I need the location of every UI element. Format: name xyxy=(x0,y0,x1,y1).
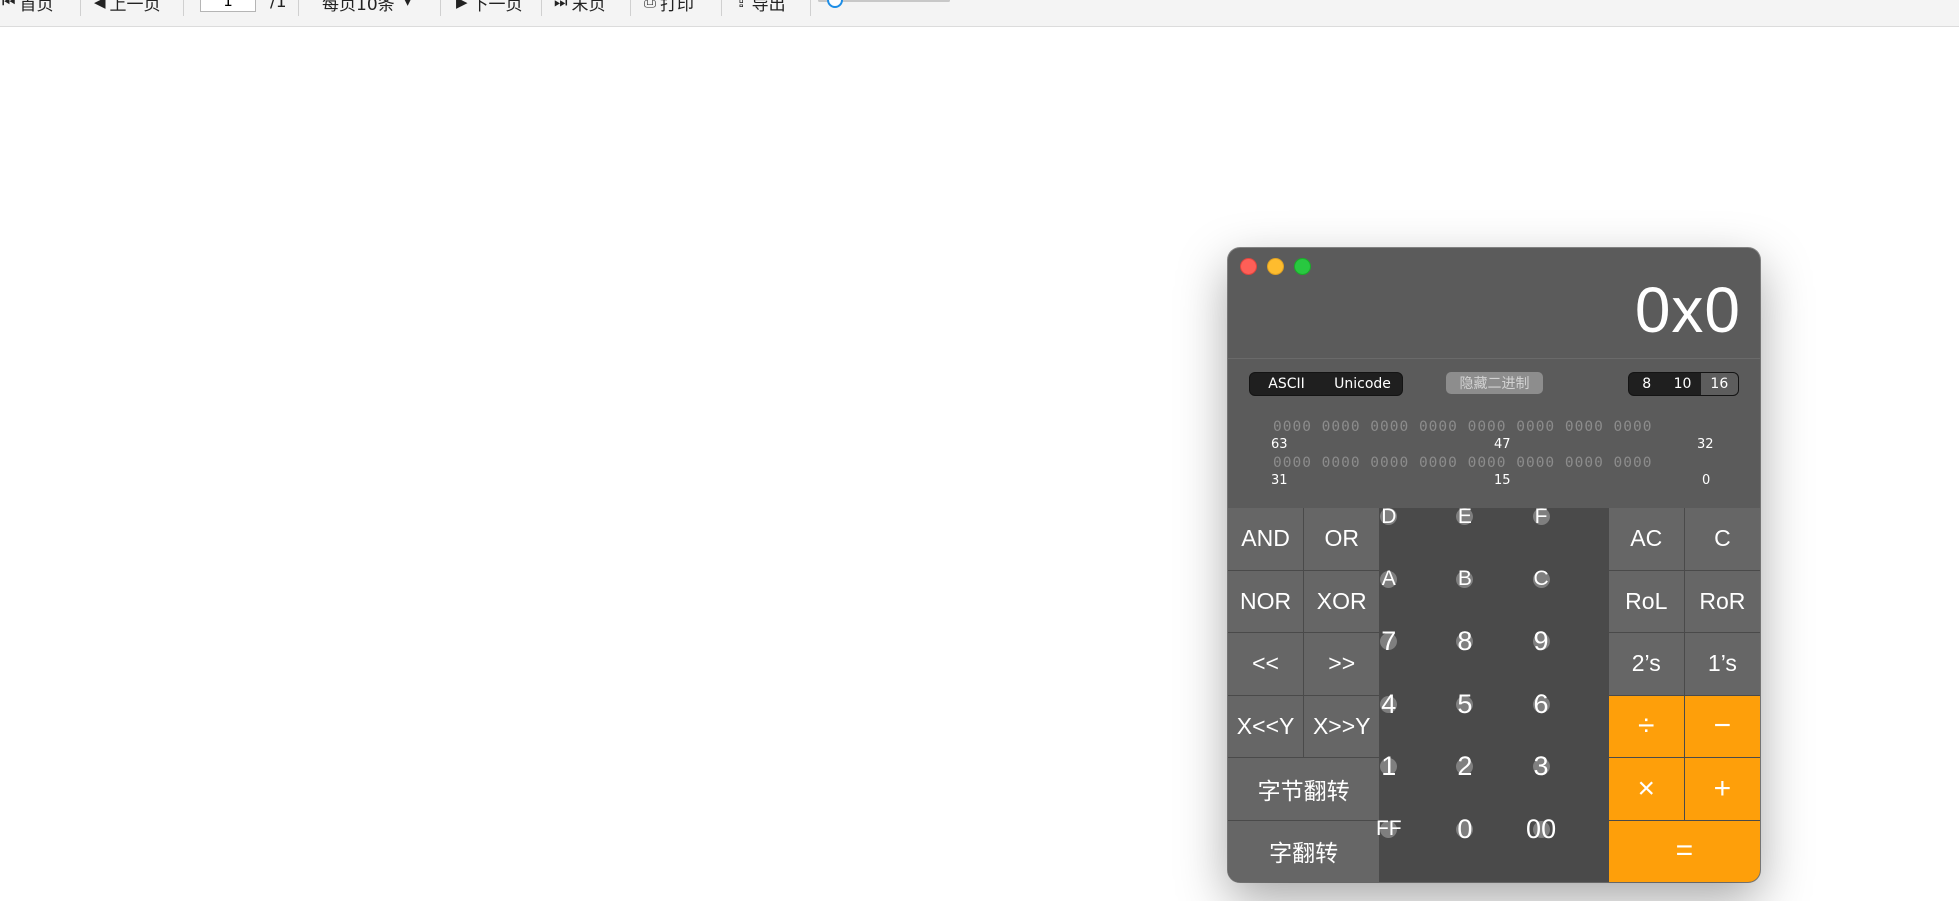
twos-complement-key[interactable]: 2’s xyxy=(1608,633,1684,695)
bit-label: 47 xyxy=(1494,437,1511,452)
hex-f-key[interactable]: F xyxy=(1532,505,1550,528)
first-page-button[interactable]: ⏮ 首页 xyxy=(2,0,54,15)
first-page-icon: ⏮ xyxy=(2,0,16,11)
print-button[interactable]: ⎙ 打印 xyxy=(644,0,695,15)
xor-key[interactable]: XOR xyxy=(1304,570,1380,632)
bit-label: 63 xyxy=(1271,437,1288,452)
first-page-label: 首页 xyxy=(19,0,54,15)
toolbar-divider xyxy=(721,0,722,16)
digit-4-key[interactable]: 4 xyxy=(1380,689,1398,719)
digit-2-key[interactable]: 2 xyxy=(1456,751,1474,781)
bit-label: 32 xyxy=(1697,437,1714,452)
toolbar-divider xyxy=(810,0,811,16)
calculator-display: 0x0 xyxy=(1634,274,1741,346)
prev-page-button[interactable]: ◀ 上一页 xyxy=(94,0,161,15)
hex-a-key[interactable]: A xyxy=(1380,567,1398,590)
prev-page-icon: ◀ xyxy=(94,0,106,11)
shift-left-key[interactable]: << xyxy=(1228,633,1304,695)
export-button[interactable]: ⇪ 导出 xyxy=(735,0,786,15)
equals-key[interactable]: = xyxy=(1608,820,1760,882)
toolbar-divider xyxy=(298,0,299,16)
digit-6-key[interactable]: 6 xyxy=(1532,689,1550,719)
base-8-tab[interactable]: 8 xyxy=(1629,373,1664,395)
word-flip-key[interactable]: 字翻转 xyxy=(1228,820,1380,882)
digit-3-key[interactable]: 3 xyxy=(1532,751,1550,781)
page-number-input[interactable] xyxy=(200,0,256,12)
report-toolbar: ⏮ 首页 ◀ 上一页 /1 每页10条 ▾ ▶ 下一页 ⏭ 末页 ⎙ 打印 ⇪ … xyxy=(0,0,1959,27)
nor-key[interactable]: NOR xyxy=(1228,570,1304,632)
toolbar-divider xyxy=(80,0,81,16)
digit-1-key[interactable]: 1 xyxy=(1380,751,1398,781)
rotate-left-key[interactable]: RoL xyxy=(1608,570,1684,632)
next-page-button[interactable]: ▶ 下一页 xyxy=(456,0,523,15)
prev-page-label: 上一页 xyxy=(109,0,161,15)
all-clear-key[interactable]: AC xyxy=(1608,508,1684,570)
window-controls xyxy=(1240,258,1311,275)
bit-label: 15 xyxy=(1494,473,1511,488)
digit-0-key[interactable]: 0 xyxy=(1456,814,1474,844)
digit-8-key[interactable]: 8 xyxy=(1456,626,1474,656)
base-10-tab[interactable]: 10 xyxy=(1664,373,1700,395)
next-page-label: 下一页 xyxy=(471,0,523,15)
export-label: 导出 xyxy=(751,0,786,15)
zoom-window-button[interactable] xyxy=(1294,258,1311,275)
binary-bits-high[interactable]: 0000 0000 0000 0000 0000 0000 0000 0000 xyxy=(1273,419,1652,435)
binary-bits-low[interactable]: 0000 0000 0000 0000 0000 0000 0000 0000 xyxy=(1273,455,1652,471)
digit-9-key[interactable]: 9 xyxy=(1532,626,1550,656)
byte-flip-key[interactable]: 字节翻转 xyxy=(1228,758,1380,820)
ones-complement-key[interactable]: 1’s xyxy=(1684,633,1760,695)
base-16-tab[interactable]: 16 xyxy=(1700,373,1738,395)
per-page-select[interactable]: 每页10条 ▾ xyxy=(322,0,415,15)
digit-5-key[interactable]: 5 xyxy=(1456,689,1474,719)
unicode-tab[interactable]: Unicode xyxy=(1323,373,1402,395)
hex-c-key[interactable]: C xyxy=(1532,567,1550,590)
divide-key[interactable]: ÷ xyxy=(1608,695,1684,757)
last-page-button[interactable]: ⏭ 末页 xyxy=(554,0,606,15)
bit-label: 0 xyxy=(1702,473,1711,488)
toolbar-divider xyxy=(440,0,441,16)
minimize-window-button[interactable] xyxy=(1267,258,1284,275)
per-page-label: 每页10条 xyxy=(322,0,395,15)
toolbar-divider xyxy=(630,0,631,16)
printer-icon: ⎙ xyxy=(644,0,657,11)
and-key[interactable]: AND xyxy=(1228,508,1304,570)
close-window-button[interactable] xyxy=(1240,258,1257,275)
base-toggle: 8 10 16 xyxy=(1628,372,1739,396)
digit-7-key[interactable]: 7 xyxy=(1380,626,1398,656)
x-shift-left-y-key[interactable]: X<<Y xyxy=(1228,695,1304,757)
export-icon: ⇪ xyxy=(735,0,748,11)
toolbar-divider xyxy=(541,0,542,16)
clear-key[interactable]: C xyxy=(1684,508,1760,570)
page-total-label: /1 xyxy=(270,0,287,12)
ff-key[interactable]: FF xyxy=(1376,817,1402,840)
next-page-icon: ▶ xyxy=(456,0,468,11)
display-divider xyxy=(1228,358,1760,359)
zoom-slider-handle[interactable] xyxy=(827,0,843,8)
hide-binary-button[interactable]: 隐藏二进制 xyxy=(1446,372,1543,394)
x-shift-right-y-key[interactable]: X>>Y xyxy=(1304,695,1380,757)
double-zero-key[interactable]: 00 xyxy=(1526,814,1556,844)
multiply-key[interactable]: × xyxy=(1608,758,1684,820)
toolbar-divider xyxy=(183,0,184,16)
last-page-label: 末页 xyxy=(571,0,606,15)
page-total: /1 xyxy=(270,0,287,13)
encoding-toggle: ASCII Unicode xyxy=(1249,372,1403,396)
or-key[interactable]: OR xyxy=(1304,508,1380,570)
print-label: 打印 xyxy=(660,0,695,15)
rotate-right-key[interactable]: RoR xyxy=(1684,570,1760,632)
last-page-icon: ⏭ xyxy=(554,0,568,11)
hex-e-key[interactable]: E xyxy=(1456,505,1474,528)
plus-key[interactable]: + xyxy=(1684,758,1760,820)
chevron-down-icon: ▾ xyxy=(404,0,411,9)
calculator-keypad: AND OR D E F AC C NOR XOR A B C RoL RoR … xyxy=(1228,505,1760,882)
hex-b-key[interactable]: B xyxy=(1456,567,1474,590)
ascii-tab[interactable]: ASCII xyxy=(1250,373,1323,395)
minus-key[interactable]: − xyxy=(1684,695,1760,757)
hex-d-key[interactable]: D xyxy=(1380,505,1398,528)
bit-label: 31 xyxy=(1271,473,1288,488)
shift-right-key[interactable]: >> xyxy=(1304,633,1380,695)
calculator-window: 0x0 ASCII Unicode 隐藏二进制 8 10 16 0000 000… xyxy=(1228,248,1760,882)
